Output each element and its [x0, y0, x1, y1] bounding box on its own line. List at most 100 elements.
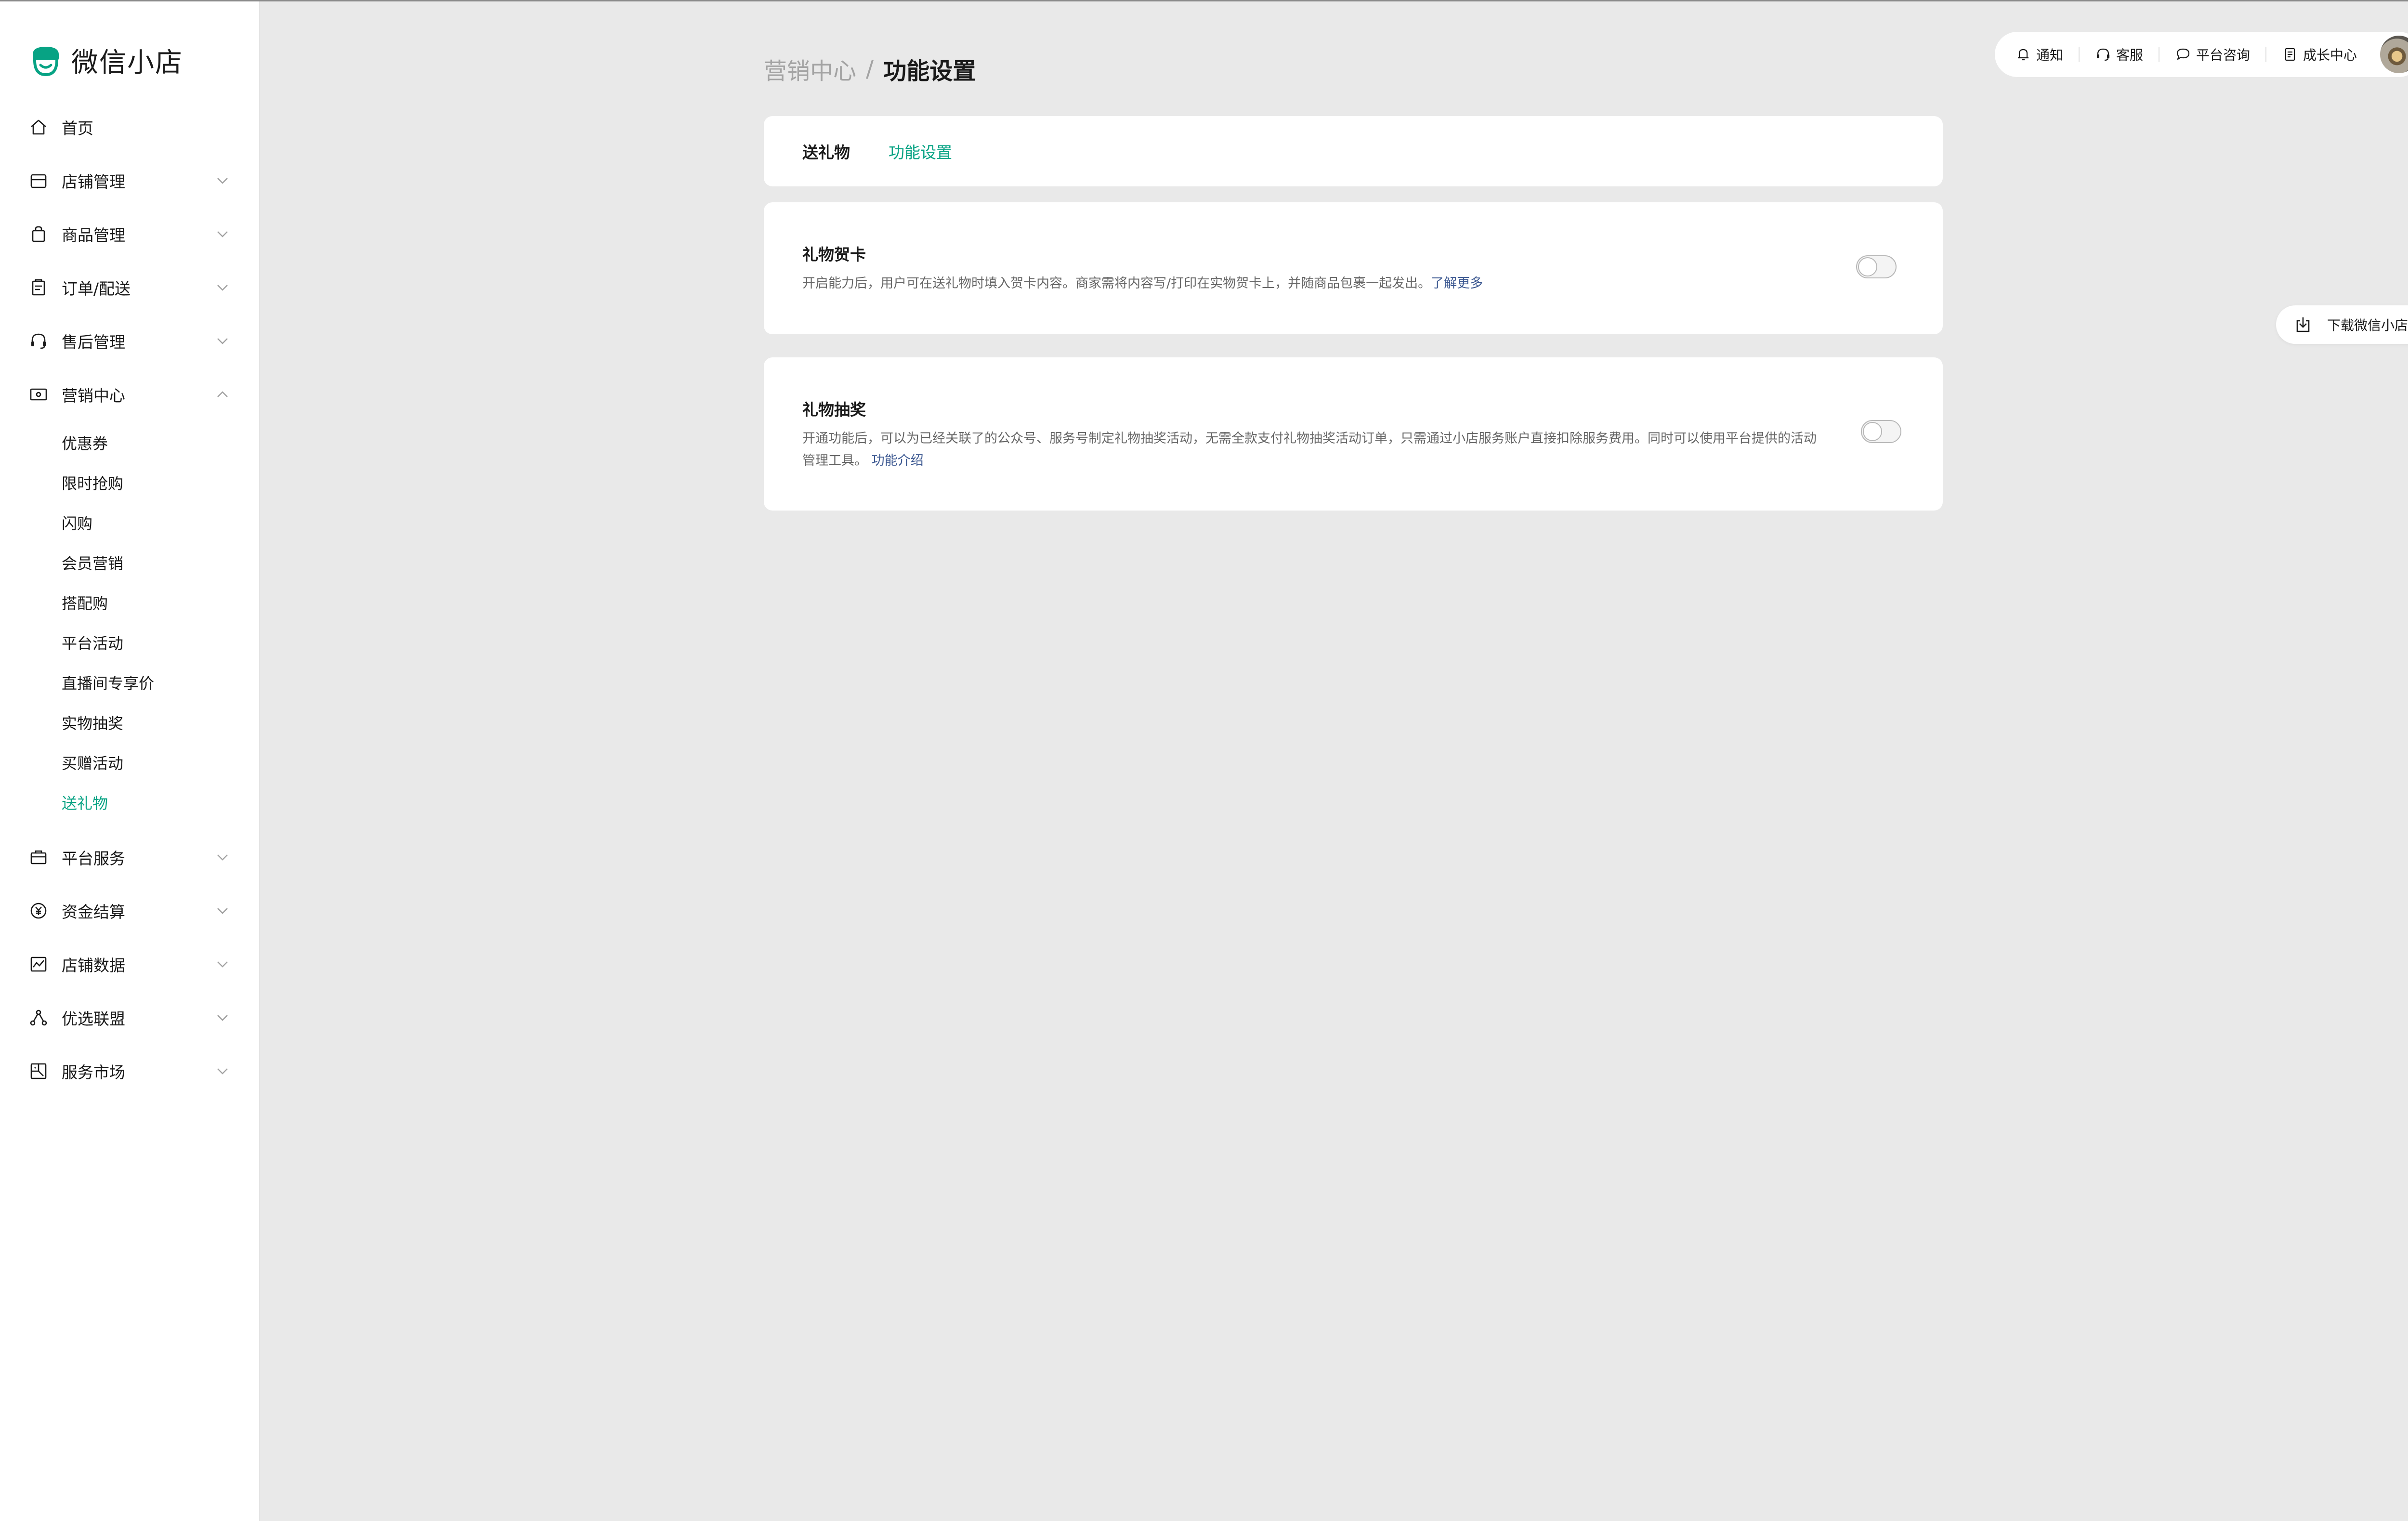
- toolbar-divider: [2079, 47, 2080, 62]
- chevron-down-icon: [217, 1015, 228, 1021]
- sidebar-subitem-bundle[interactable]: 搭配购: [62, 590, 108, 615]
- chart-icon: [30, 957, 47, 972]
- chat-bubble-icon: [2176, 48, 2190, 60]
- setting-description: 开启能力后，用户可在送礼物时填入贺卡内容。商家需将内容写/打印在实物贺卡上，并随…: [802, 273, 1483, 295]
- setting-description-text: 管理工具。: [802, 453, 867, 468]
- sidebar-item-orders[interactable]: 订单/配送: [29, 273, 231, 302]
- sidebar-item-marketing[interactable]: 营销中心: [29, 380, 231, 409]
- sidebar-item-after-sales[interactable]: 售后管理: [29, 327, 231, 355]
- chevron-down-icon: [217, 1068, 228, 1075]
- tabs-card: 送礼物 功能设置: [764, 116, 1943, 186]
- sidebar-item-label: 店铺数据: [62, 956, 125, 975]
- setting-title: 礼物贺卡: [802, 245, 866, 264]
- ticket-icon: [30, 388, 47, 401]
- growth-center-label: 成长中心: [2303, 47, 2357, 63]
- download-helper-button[interactable]: 下载微信小店助手: [2276, 305, 2408, 344]
- window-top-border: [0, 0, 2408, 1]
- setting-description-text: 开启能力后，用户可在送礼物时填入贺卡内容。商家需将内容写/打印在实物贺卡上，并随…: [802, 276, 1431, 291]
- gift-card-toggle[interactable]: [1856, 255, 1897, 278]
- sidebar-subitem-coupons[interactable]: 优惠券: [62, 431, 108, 455]
- sidebar-item-label: 服务市场: [62, 1063, 125, 1082]
- tab-send-gift[interactable]: 送礼物: [802, 140, 850, 163]
- yuan-icon: [30, 903, 47, 919]
- sidebar-item-platform-services[interactable]: 平台服务: [29, 843, 231, 872]
- store-icon: [30, 174, 47, 188]
- sidebar-item-store-management[interactable]: 店铺管理: [29, 166, 231, 195]
- sidebar-subitem-physical-lottery[interactable]: 实物抽奖: [62, 710, 123, 734]
- clipboard-icon: [32, 279, 45, 296]
- network-icon: [30, 1010, 47, 1026]
- home-icon: [31, 119, 46, 135]
- sidebar-item-settlement[interactable]: 资金结算: [29, 896, 231, 925]
- breadcrumb: 营销中心 / 功能设置: [764, 52, 976, 86]
- toggle-knob: [1863, 422, 1882, 441]
- chevron-down-icon: [217, 338, 228, 344]
- briefcase-icon: [30, 850, 47, 865]
- sidebar-item-service-market[interactable]: 服务市场: [29, 1057, 231, 1086]
- sidebar-subitem-live-exclusive-price[interactable]: 直播间专享价: [62, 670, 154, 695]
- breadcrumb-parent[interactable]: 营销中心: [764, 52, 856, 86]
- sidebar-subitem-quick-buy[interactable]: 闪购: [62, 511, 92, 535]
- platform-consult-label: 平台咨询: [2196, 47, 2251, 63]
- sidebar: 微信小店 首页 店铺管理 商品管理 订单/配送 售后管理 营销中心 优惠券 限时…: [0, 1, 260, 1521]
- sidebar-subitem-buy-gift[interactable]: 买赠活动: [62, 750, 123, 774]
- headset-icon: [31, 333, 46, 349]
- sidebar-subitem-platform-activity[interactable]: 平台活动: [62, 630, 123, 655]
- sidebar-item-label: 营销中心: [62, 386, 125, 405]
- customer-service-label: 客服: [2116, 47, 2144, 63]
- sidebar-item-alliance[interactable]: 优选联盟: [29, 1003, 231, 1032]
- sidebar-item-home[interactable]: 首页: [29, 113, 231, 142]
- headset-icon: [2097, 48, 2110, 61]
- setting-card-gift-card: 礼物贺卡 开启能力后，用户可在送礼物时填入贺卡内容。商家需将内容写/打印在实物贺…: [764, 202, 1943, 334]
- chevron-down-icon: [217, 285, 228, 291]
- sidebar-item-store-data[interactable]: 店铺数据: [29, 950, 231, 979]
- sidebar-item-label: 首页: [62, 119, 93, 138]
- chevron-down-icon: [217, 178, 228, 184]
- notification-button[interactable]: 通知: [2015, 45, 2063, 64]
- setting-description-line: 管理工具。 功能介绍: [802, 450, 1852, 472]
- toggle-knob: [1858, 257, 1877, 276]
- market-icon: [30, 1063, 47, 1079]
- tab-feature-settings[interactable]: 功能设置: [889, 140, 952, 163]
- sidebar-item-label: 订单/配送: [62, 279, 131, 298]
- sidebar-item-label: 商品管理: [62, 226, 125, 245]
- breadcrumb-separator: /: [866, 55, 874, 82]
- sidebar-item-label: 优选联盟: [62, 1010, 125, 1028]
- sidebar-subitem-flash-sale[interactable]: 限时抢购: [62, 471, 123, 495]
- notification-label: 通知: [2036, 47, 2064, 63]
- sidebar-item-label: 平台服务: [62, 849, 125, 868]
- download-icon: [2296, 317, 2310, 332]
- bag-icon: [32, 226, 45, 242]
- customer-service-button[interactable]: 客服: [2095, 45, 2143, 64]
- chevron-down-icon: [217, 854, 228, 861]
- sidebar-subitem-member-marketing[interactable]: 会员营销: [62, 551, 123, 575]
- setting-description: 开通功能后，可以为已经关联了的公众号、服务号制定礼物抽奖活动，无需全款支付礼物抽…: [802, 428, 1852, 472]
- download-helper-label: 下载微信小店助手: [2327, 317, 2408, 333]
- sidebar-subitem-send-gift[interactable]: 送礼物: [62, 790, 108, 814]
- shop-logo-icon: [33, 46, 59, 76]
- setting-title: 礼物抽奖: [802, 400, 866, 419]
- gift-lottery-toggle[interactable]: [1861, 420, 1901, 443]
- app-logo[interactable]: 微信小店: [29, 41, 183, 80]
- top-toolbar: 通知 客服 平台咨询 成长中心: [1995, 32, 2408, 77]
- learn-more-link[interactable]: 了解更多: [1431, 276, 1483, 291]
- growth-center-button[interactable]: 成长中心: [2282, 45, 2357, 64]
- chevron-down-icon: [217, 231, 228, 237]
- setting-description-line: 开通功能后，可以为已经关联了的公众号、服务号制定礼物抽奖活动，无需全款支付礼物抽…: [802, 431, 1817, 446]
- toolbar-divider: [2265, 47, 2267, 62]
- chevron-up-icon: [217, 391, 228, 397]
- chevron-down-icon: [217, 961, 228, 968]
- setting-card-gift-lottery: 礼物抽奖 开通功能后，可以为已经关联了的公众号、服务号制定礼物抽奖活动，无需全款…: [764, 357, 1943, 511]
- feature-intro-link[interactable]: 功能介绍: [872, 453, 924, 468]
- platform-consult-button[interactable]: 平台咨询: [2175, 45, 2250, 64]
- sidebar-item-label: 售后管理: [62, 333, 125, 352]
- bell-icon: [2018, 49, 2028, 61]
- sidebar-item-label: 店铺管理: [62, 172, 125, 191]
- sidebar-item-product-management[interactable]: 商品管理: [29, 220, 231, 249]
- user-avatar[interactable]: [2380, 36, 2408, 73]
- page-title: 功能设置: [883, 58, 976, 85]
- sidebar-item-label: 资金结算: [62, 903, 125, 921]
- chevron-down-icon: [217, 908, 228, 914]
- document-icon: [2285, 48, 2295, 61]
- app-name: 微信小店: [71, 47, 183, 79]
